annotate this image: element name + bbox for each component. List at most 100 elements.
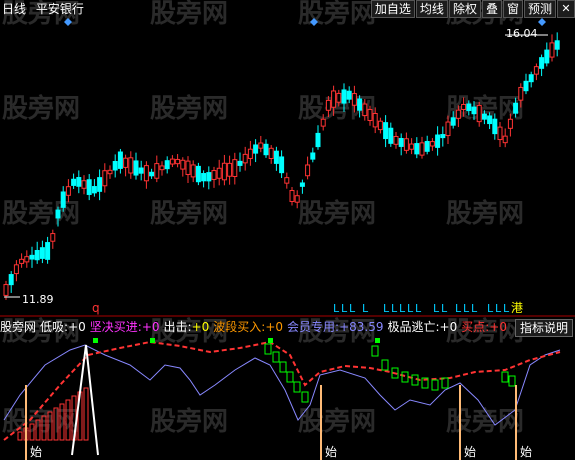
candle-body <box>34 250 40 261</box>
candle-body <box>71 178 77 186</box>
candle-body <box>450 117 456 126</box>
header-title: 日线 平安银行 <box>2 2 84 16</box>
candle-body <box>133 160 139 176</box>
candle-body <box>237 160 243 166</box>
ma-lines-button[interactable]: 均线 <box>415 0 448 18</box>
green-bar <box>279 361 287 373</box>
ind-strike: 出击:+0 <box>163 320 210 334</box>
candle-body <box>336 92 342 103</box>
start-label: 始 <box>520 445 532 459</box>
candle-body <box>24 256 30 263</box>
candle-body <box>154 163 160 179</box>
candle-body <box>175 158 181 165</box>
candle-body <box>357 98 363 111</box>
candle-body <box>268 147 274 160</box>
candle-body <box>159 165 165 171</box>
candle-body <box>201 173 207 182</box>
signal-L-label: L <box>471 302 478 315</box>
watermark-text: 股旁网 <box>150 0 228 29</box>
signal-L-label: L <box>487 302 494 315</box>
candle-body <box>403 138 409 151</box>
candle-body <box>13 264 19 275</box>
signal-L-label: L <box>433 302 440 315</box>
green-dot <box>93 338 98 343</box>
candle-body <box>76 177 82 187</box>
candle-body <box>55 209 61 219</box>
candle-body <box>91 186 97 194</box>
signal-L-label: L <box>495 302 502 315</box>
candle-body <box>331 90 337 108</box>
period-label: 日线 <box>2 2 27 16</box>
start-label: 始 <box>30 445 42 459</box>
ind-member: 会员专用:+83.59 <box>287 320 384 334</box>
signal-L-label: L <box>349 302 356 315</box>
candle-body <box>8 274 14 286</box>
signal-L-label: L <box>399 302 406 315</box>
candle-body <box>65 186 71 196</box>
indicator-name[interactable]: 股旁网 <box>0 319 36 335</box>
ind-firm-buy: 坚决买进:+0 <box>89 320 160 334</box>
candle-body <box>45 242 51 260</box>
candle-body <box>362 103 368 117</box>
candle-body <box>320 118 326 127</box>
signal-L-label: L <box>383 302 390 315</box>
green-bar <box>293 381 301 393</box>
watermark-text: 股旁网 <box>2 198 80 229</box>
candle-body <box>414 143 420 155</box>
candle-body <box>507 118 513 129</box>
candle-body <box>325 99 331 111</box>
ind-escape: 极品逃亡:+0 <box>387 320 458 334</box>
candle-body <box>289 190 295 202</box>
candle-body <box>466 103 472 111</box>
candle-body <box>518 86 524 101</box>
candle-body <box>247 148 253 159</box>
signal-L-label: L <box>391 302 398 315</box>
signal-L-label: L <box>362 302 369 315</box>
candle-body <box>185 160 191 175</box>
candle-body <box>164 160 170 170</box>
green-bar <box>272 351 280 363</box>
watermark-layer: 股旁网 股旁网 股旁网股旁网 股旁网 股旁网 股旁网股旁网 股旁网 股旁网 股旁网股旁网 股旁网股… <box>2 0 524 437</box>
candle-body <box>419 142 425 156</box>
candle-body <box>97 177 103 192</box>
ex-rights-button[interactable]: 除权 <box>448 0 481 18</box>
signal-L-label: L <box>341 302 348 315</box>
candle-body <box>409 143 415 150</box>
candle-body <box>138 167 144 174</box>
watermark-text: 股旁网 <box>2 93 80 124</box>
overlay-button[interactable]: 叠 <box>481 0 502 18</box>
candle-body <box>206 172 212 182</box>
candle-body <box>383 122 389 140</box>
candle-body <box>29 254 35 260</box>
forecast-button[interactable]: 预测 <box>523 0 556 18</box>
candle-body <box>429 141 435 147</box>
candle-body <box>294 195 300 203</box>
candle-body <box>149 171 155 177</box>
candle-body <box>502 135 508 144</box>
add-watchlist-button[interactable]: 加自选 <box>370 0 415 18</box>
candle-body <box>315 132 321 148</box>
candle-body <box>180 159 186 170</box>
candle-body <box>19 258 25 264</box>
candle-body <box>388 127 394 144</box>
window-button[interactable]: 窗 <box>502 0 523 18</box>
green-dot <box>268 338 273 343</box>
indicator-help-button[interactable]: 指标说明 <box>514 319 573 337</box>
close-icon[interactable]: ✕ <box>557 0 575 18</box>
ind-low-absorb: 低吸:+0 <box>40 320 86 334</box>
chart-canvas[interactable]: 股旁网 股旁网 股旁网股旁网 股旁网 股旁网 股旁网股旁网 股旁网 股旁网 股旁网股旁网 股旁网股… <box>0 0 575 460</box>
candle-body <box>128 157 134 174</box>
high-price-label: 16.04 <box>506 27 538 40</box>
candle-body <box>528 74 534 83</box>
candle-body <box>211 170 217 180</box>
candle-body <box>544 49 550 64</box>
ind-buy-point: 买点:+0 <box>461 320 507 334</box>
candle-body <box>263 143 269 156</box>
candle-body <box>221 162 227 181</box>
candle-body <box>102 170 108 187</box>
green-bar <box>508 375 516 387</box>
toolbar: 加自选 均线 除权 叠 窗 预测 ✕ <box>370 0 575 18</box>
green-bar <box>301 391 309 403</box>
candle-body <box>393 135 399 145</box>
green-bar <box>431 379 439 391</box>
